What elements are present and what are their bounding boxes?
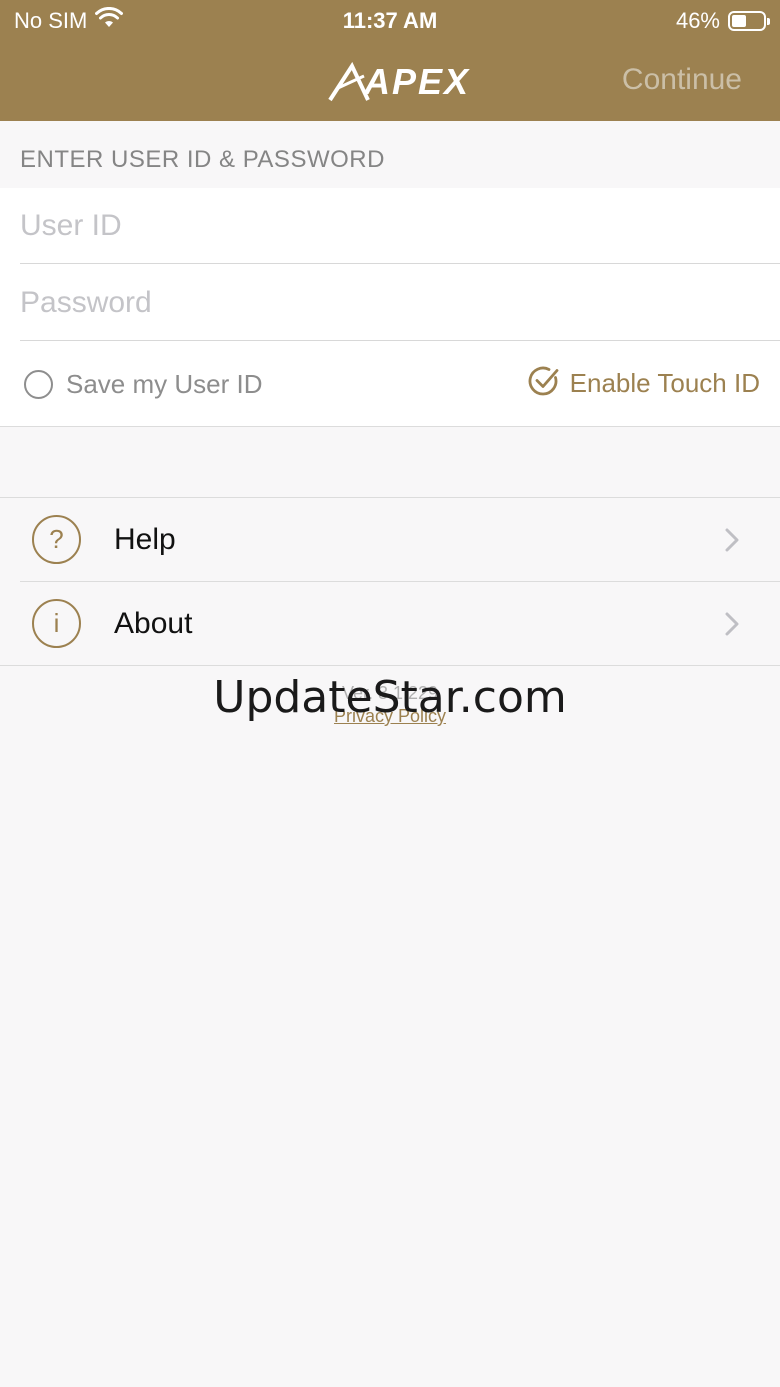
watermark: UpdateStar.com [213, 672, 567, 723]
menu-list: ? Help i About [0, 497, 780, 666]
enable-touch-id-toggle[interactable]: Enable Touch ID [528, 366, 760, 400]
user-id-field-row [20, 188, 780, 264]
password-input[interactable] [20, 265, 780, 341]
radio-unchecked-icon [24, 369, 53, 399]
menu-item-label: About [114, 607, 193, 640]
menu-item-help[interactable]: ? Help [0, 498, 780, 582]
login-form: Save my User ID Enable Touch ID [0, 188, 780, 427]
menu-item-about[interactable]: i About [0, 582, 780, 666]
enable-touch-id-label: Enable Touch ID [569, 367, 760, 398]
chevron-right-icon [722, 528, 742, 552]
battery-icon [728, 11, 770, 31]
login-options-row: Save my User ID Enable Touch ID [0, 341, 780, 427]
chevron-right-icon [722, 612, 742, 636]
app-header: No SIM 11:37 AM 46% APEX Continue [0, 0, 780, 121]
help-icon: ? [32, 515, 81, 564]
login-section-heading: ENTER USER ID & PASSWORD [20, 146, 385, 173]
info-icon: i [32, 599, 81, 648]
apex-logo: APEX [328, 61, 471, 102]
apex-logo-text: APEX [364, 61, 471, 102]
menu-item-label: Help [114, 523, 176, 556]
continue-button[interactable]: Continue [622, 62, 742, 98]
save-user-id-toggle[interactable]: Save my User ID [24, 368, 263, 400]
battery-fill [732, 15, 746, 27]
check-circle-icon [528, 365, 560, 402]
password-field-row [20, 265, 780, 341]
user-id-input[interactable] [20, 188, 780, 264]
save-user-id-label: Save my User ID [66, 368, 263, 399]
battery-percent: 46% [675, 8, 720, 33]
status-time: 11:37 AM [342, 8, 438, 33]
status-bar-right: 46% [675, 8, 770, 34]
